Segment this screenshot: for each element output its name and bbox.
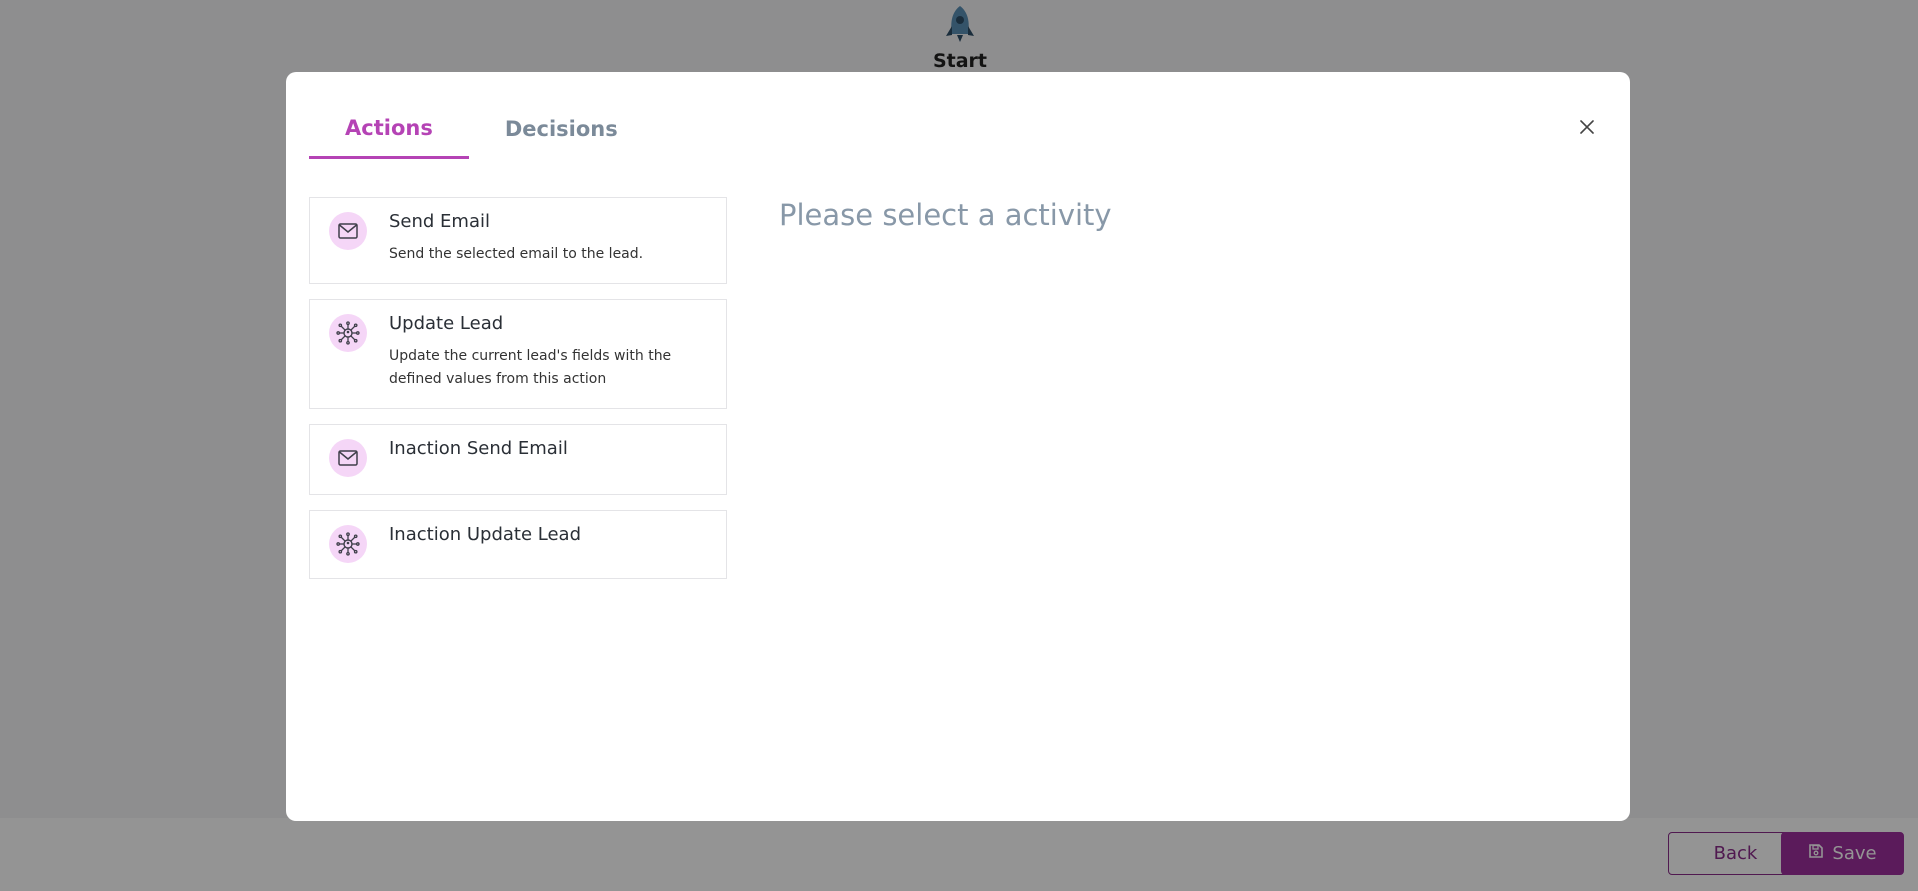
tab-actions-label: Actions <box>345 115 433 140</box>
activity-description: Send the selected email to the lead. <box>389 246 644 262</box>
mail-icon <box>329 212 367 250</box>
activity-title: Update Lead <box>389 313 504 334</box>
activity-modal: Actions Decisions Send Email Send the se… <box>286 72 1630 821</box>
activity-list: Send Email Send the selected email to th… <box>309 197 727 594</box>
tab-decisions[interactable]: Decisions <box>469 99 654 159</box>
activity-inaction-update-lead[interactable]: Inaction Update Lead <box>309 510 727 579</box>
activity-send-email[interactable]: Send Email Send the selected email to th… <box>309 197 727 284</box>
activity-title: Inaction Update Lead <box>389 524 581 545</box>
activity-title: Send Email <box>389 211 490 232</box>
network-icon <box>329 314 367 352</box>
activity-description: Update the current lead's fields with th… <box>389 348 672 387</box>
tab-decisions-label: Decisions <box>504 117 618 141</box>
network-icon <box>329 525 367 563</box>
modal-tabs: Actions Decisions <box>309 99 654 159</box>
activity-title: Inaction Send Email <box>389 438 568 459</box>
activity-update-lead[interactable]: Update Lead Update the current lead's fi… <box>309 299 727 409</box>
close-icon[interactable] <box>1577 117 1597 137</box>
activity-inaction-send-email[interactable]: Inaction Send Email <box>309 424 727 495</box>
mail-icon <box>329 439 367 477</box>
tab-actions[interactable]: Actions <box>309 99 469 159</box>
empty-selection-message: Please select a activity <box>779 198 1112 232</box>
